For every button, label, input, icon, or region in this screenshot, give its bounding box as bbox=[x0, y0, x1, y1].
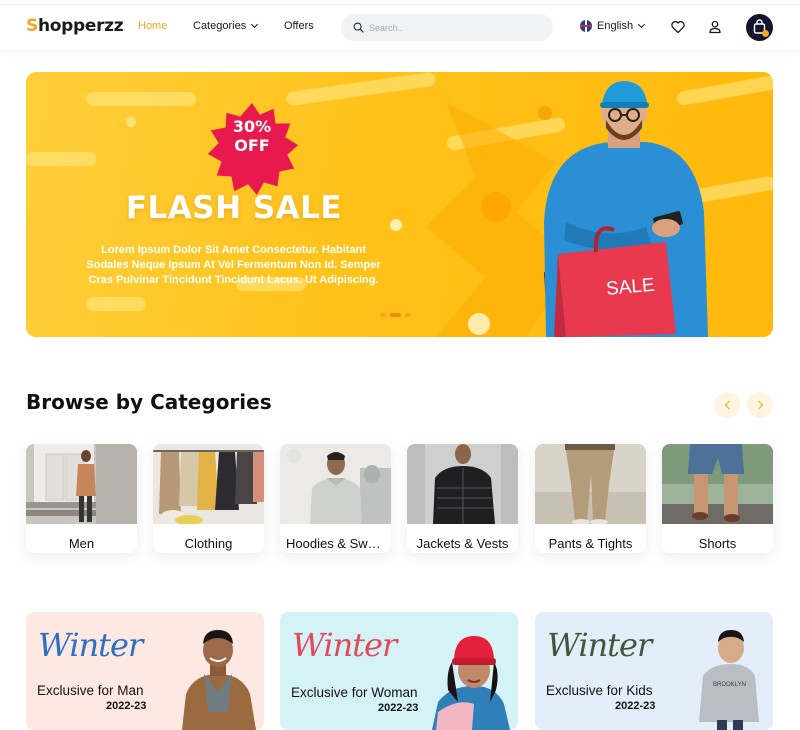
category-image bbox=[280, 444, 391, 524]
promo-card-woman[interactable]: Winter Exclusive for Woman 2022-23 bbox=[280, 612, 518, 730]
shirt-print: BROOKLYN bbox=[713, 682, 746, 688]
category-card-hoodies[interactable]: Hoodies & Sweatshirts bbox=[280, 444, 391, 553]
nav-home[interactable]: Home bbox=[138, 20, 167, 32]
hero-subtitle: Lorem Ipsum Dolor Sit Amet Consectetur. … bbox=[86, 244, 381, 286]
hero-title: FLASH SALE bbox=[125, 190, 343, 226]
nav-categories-label: Categories bbox=[193, 20, 247, 32]
category-label: Pants & Tights bbox=[548, 536, 633, 551]
decor-dot bbox=[481, 192, 511, 222]
slider-dot-active[interactable] bbox=[390, 313, 401, 317]
promo-card-kids[interactable]: Winter Exclusive for Kids 2022-23 BROOKL… bbox=[535, 612, 773, 730]
user-icon[interactable] bbox=[707, 19, 723, 35]
cart-badge bbox=[762, 30, 769, 37]
promo-model-image: BROOKLYN bbox=[699, 630, 759, 730]
site-header: Shopperzz Home Categories Offers English bbox=[0, 5, 800, 50]
promo-script: Winter bbox=[292, 626, 397, 664]
discount-off: OFF bbox=[234, 136, 270, 155]
promo-model-image bbox=[182, 630, 256, 730]
promo-label: Exclusive for Woman bbox=[291, 685, 418, 700]
promo-year: 2022-23 bbox=[106, 700, 147, 712]
cart-icon bbox=[753, 19, 766, 34]
category-image bbox=[662, 444, 773, 524]
promo-label: Exclusive for Man bbox=[37, 683, 144, 698]
category-card-jackets[interactable]: Jackets & Vests bbox=[407, 444, 518, 553]
search-box bbox=[341, 14, 553, 41]
decor-dot bbox=[468, 313, 490, 335]
category-image bbox=[535, 444, 646, 525]
search-icon bbox=[353, 22, 364, 33]
category-card-clothing[interactable]: Clothing bbox=[153, 444, 264, 553]
category-label: Clothing bbox=[184, 536, 233, 551]
sale-bag-text: SALE bbox=[605, 275, 655, 300]
slider-dot[interactable] bbox=[380, 313, 386, 317]
language-label: English bbox=[597, 20, 634, 32]
section-title: Browse by Categories bbox=[26, 390, 272, 414]
carousel-prev-button[interactable] bbox=[714, 392, 740, 418]
promo-card-man[interactable]: Winter Exclusive for Man 2022-23 bbox=[26, 612, 264, 730]
category-card-shorts[interactable]: Shorts bbox=[662, 444, 773, 553]
promo-label: Exclusive for Kids bbox=[546, 683, 653, 698]
discount-badge: 30% OFF bbox=[203, 117, 301, 155]
nav-offers[interactable]: Offers bbox=[284, 20, 314, 32]
slider-dot[interactable] bbox=[405, 313, 411, 317]
promo-script: Winter bbox=[38, 626, 143, 664]
category-label: Men bbox=[68, 536, 95, 551]
chevron-down-icon bbox=[251, 20, 259, 29]
carousel-next-button[interactable] bbox=[747, 392, 773, 418]
search-input[interactable] bbox=[369, 19, 539, 36]
logo-text: hopperzz bbox=[37, 16, 124, 36]
chevron-down-icon bbox=[638, 20, 646, 28]
language-selector[interactable]: English bbox=[580, 20, 646, 32]
decor-dot bbox=[126, 117, 136, 127]
promo-script: Winter bbox=[547, 626, 652, 664]
promo-model-image bbox=[432, 636, 510, 730]
promo-year: 2022-23 bbox=[378, 702, 419, 714]
decor-streak bbox=[86, 297, 146, 311]
category-image bbox=[26, 444, 137, 524]
slider-dots bbox=[380, 313, 411, 317]
category-image bbox=[153, 444, 264, 525]
logo-initial: S bbox=[26, 16, 38, 36]
category-label: Jackets & Vests bbox=[416, 536, 509, 551]
hero-banner[interactable]: 30% OFF FLASH SALE Lorem Ipsum Dolor Sit… bbox=[26, 72, 773, 337]
logo[interactable]: Shopperzz bbox=[26, 16, 124, 36]
promo-year: 2022-23 bbox=[615, 700, 656, 712]
chevron-right-icon bbox=[754, 400, 763, 410]
heart-icon[interactable] bbox=[670, 19, 686, 35]
decor-streak bbox=[86, 92, 196, 106]
category-image bbox=[407, 444, 518, 524]
decor-streak bbox=[26, 152, 96, 166]
hero-model-image: SALE bbox=[543, 81, 708, 337]
category-card-men[interactable]: Men bbox=[26, 444, 137, 553]
category-label: Shorts bbox=[698, 536, 737, 551]
chevron-left-icon bbox=[724, 400, 733, 410]
category-card-pants[interactable]: Pants & Tights bbox=[535, 444, 646, 553]
nav-categories[interactable]: Categories bbox=[193, 20, 259, 32]
cart-button[interactable] bbox=[746, 14, 773, 41]
flag-icon bbox=[580, 20, 592, 32]
discount-percent: 30% bbox=[232, 117, 272, 136]
category-label: Hoodies & Sweatshirts bbox=[286, 536, 391, 551]
